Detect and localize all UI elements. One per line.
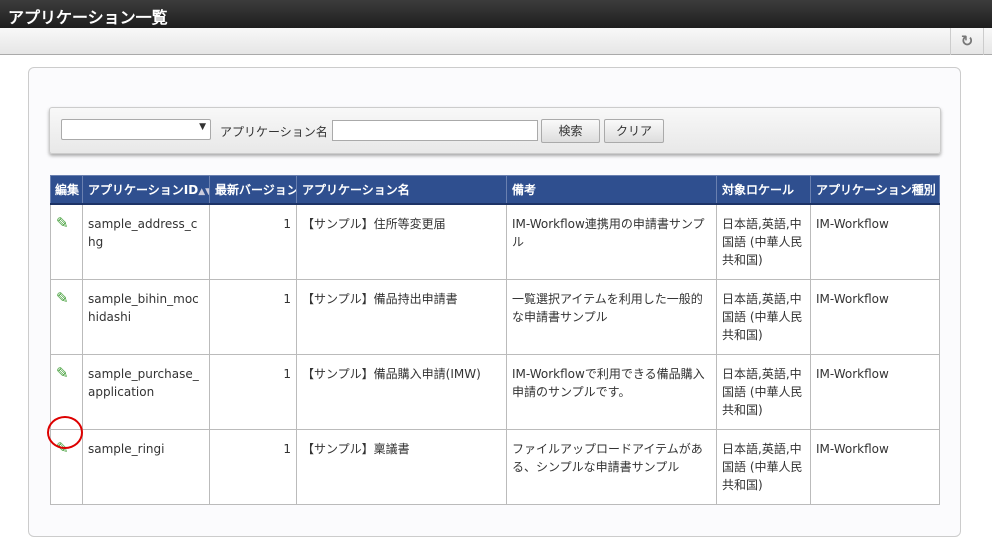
edit-cell: ✎ xyxy=(50,278,83,355)
locale-cell: 日本語,英語,中国語 (中華人民共和国) xyxy=(716,353,811,430)
header-edit: 編集 xyxy=(50,175,83,205)
header-locale[interactable]: 対象ロケール xyxy=(716,175,811,205)
clear-button[interactable]: クリア xyxy=(604,119,664,143)
app-name-label: アプリケーション名 xyxy=(220,125,328,139)
sort-icon[interactable]: ▲▼ xyxy=(198,187,208,197)
version-cell: 1 xyxy=(209,278,297,355)
pencil-icon[interactable]: ✎ xyxy=(56,214,69,232)
edit-cell: ✎ xyxy=(50,203,83,280)
search-panel: ▼ アプリケーション名 検索 クリア xyxy=(49,107,941,154)
remark-cell: 一覧選択アイテムを利用した一般的な申請書サンプル xyxy=(506,278,717,355)
refresh-icon[interactable]: ↻ xyxy=(950,28,984,55)
dropdown-arrow-icon: ▼ xyxy=(199,122,206,132)
remark-cell: IM-Workflowで利用できる備品購入申請のサンプルです。 xyxy=(506,353,717,430)
type-cell: IM-Workflow xyxy=(810,353,940,430)
table-row: ✎ sample_purchase_application 1 【サンプル】備品… xyxy=(50,353,940,430)
filter-select[interactable]: ▼ xyxy=(61,119,211,140)
highlight-circle xyxy=(47,416,83,449)
locale-cell: 日本語,英語,中国語 (中華人民共和国) xyxy=(716,278,811,355)
toolbar: ↻ xyxy=(0,28,992,55)
table-row: ✎ sample_ringi 1 【サンプル】稟議書 ファイルアップロードアイテ… xyxy=(50,428,940,505)
version-cell: 1 xyxy=(209,203,297,280)
app-id-cell: sample_purchase_application xyxy=(82,353,210,430)
app-name-input[interactable] xyxy=(332,120,538,141)
page-title: アプリケーション一覧 xyxy=(0,0,992,28)
type-cell: IM-Workflow xyxy=(810,278,940,355)
app-id-cell: sample_bihin_mochidashi xyxy=(82,278,210,355)
version-cell: 1 xyxy=(209,428,297,505)
version-cell: 1 xyxy=(209,353,297,430)
header-type[interactable]: アプリケーション種別 xyxy=(810,175,940,205)
app-name-cell: 【サンプル】稟議書 xyxy=(296,428,507,505)
app-id-cell: sample_address_chg xyxy=(82,203,210,280)
header-app-name[interactable]: アプリケーション名 xyxy=(296,175,507,205)
pencil-icon[interactable]: ✎ xyxy=(56,289,69,307)
application-table: 編集 アプリケーションID▲▼ 最新バージョン アプリケーション名 備考 対象ロ… xyxy=(50,175,940,505)
remark-cell: IM-Workflow連携用の申請書サンプル xyxy=(506,203,717,280)
remark-cell: ファイルアップロードアイテムがある、シンプルな申請書サンプル xyxy=(506,428,717,505)
type-cell: IM-Workflow xyxy=(810,428,940,505)
header-app-id[interactable]: アプリケーションID▲▼ xyxy=(82,175,210,205)
header-remark[interactable]: 備考 xyxy=(506,175,717,205)
locale-cell: 日本語,英語,中国語 (中華人民共和国) xyxy=(716,203,811,280)
app-name-cell: 【サンプル】住所等変更届 xyxy=(296,203,507,280)
header-version[interactable]: 最新バージョン xyxy=(209,175,297,205)
table-row: ✎ sample_address_chg 1 【サンプル】住所等変更届 IM-W… xyxy=(50,203,940,280)
locale-cell: 日本語,英語,中国語 (中華人民共和国) xyxy=(716,428,811,505)
type-cell: IM-Workflow xyxy=(810,203,940,280)
search-button[interactable]: 検索 xyxy=(541,119,600,143)
app-name-cell: 【サンプル】備品持出申請書 xyxy=(296,278,507,355)
table-row: ✎ sample_bihin_mochidashi 1 【サンプル】備品持出申請… xyxy=(50,278,940,355)
pencil-icon[interactable]: ✎ xyxy=(56,364,69,382)
app-id-cell: sample_ringi xyxy=(82,428,210,505)
app-name-cell: 【サンプル】備品購入申請(IMW) xyxy=(296,353,507,430)
